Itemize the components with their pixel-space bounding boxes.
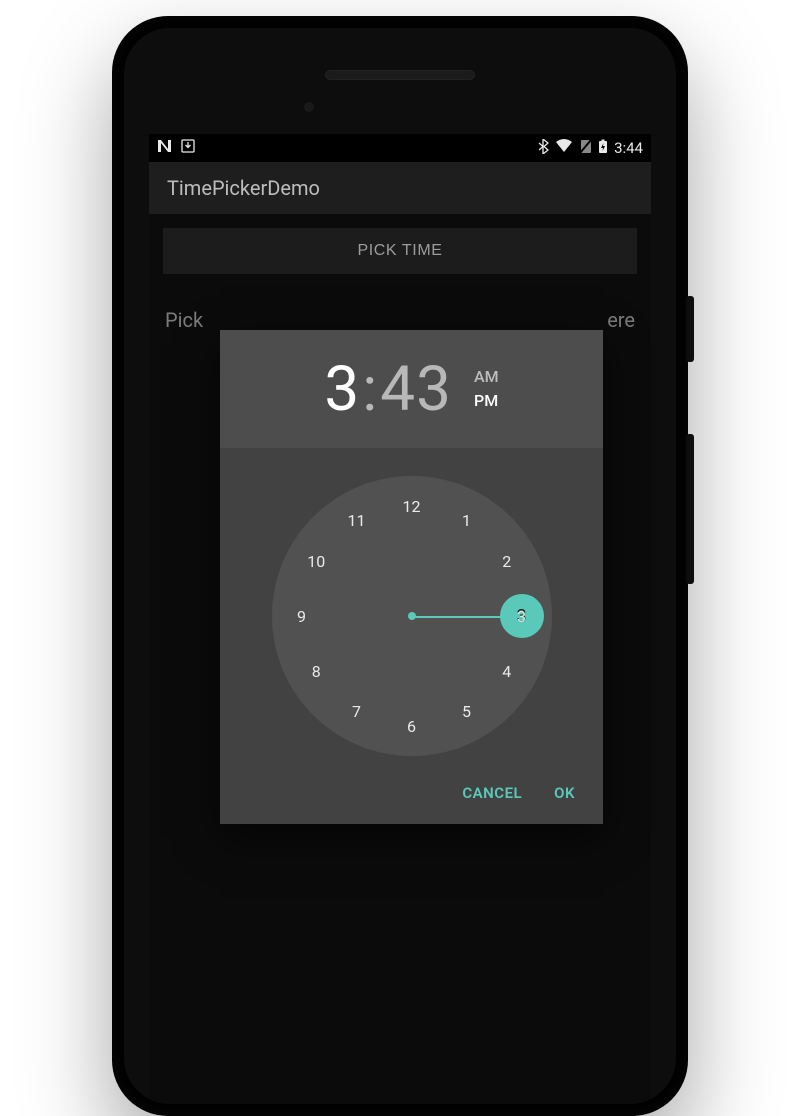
download-icon bbox=[181, 139, 195, 157]
cancel-button[interactable]: CANCEL bbox=[462, 784, 522, 802]
clock-center-dot bbox=[408, 612, 416, 620]
pm-toggle[interactable]: PM bbox=[474, 389, 499, 413]
clock-number-6[interactable]: 6 bbox=[395, 709, 429, 743]
wifi-icon bbox=[555, 139, 573, 157]
device-screen: 3:44 TimePickerDemo PICK TIME Pick ere bbox=[149, 134, 651, 1104]
phone-bezel: 3:44 TimePickerDemo PICK TIME Pick ere bbox=[124, 28, 676, 1104]
clock-number-11[interactable]: 11 bbox=[340, 504, 374, 538]
clock-number-9[interactable]: 9 bbox=[285, 599, 319, 633]
hint-right: ere bbox=[607, 308, 635, 332]
app-bar: TimePickerDemo bbox=[149, 162, 651, 214]
battery-charging-icon bbox=[598, 139, 608, 158]
pick-time-button[interactable]: PICK TIME bbox=[163, 228, 637, 274]
clock-number-12[interactable]: 12 bbox=[395, 489, 429, 523]
hint-left: Pick bbox=[165, 308, 203, 332]
clock-number-5[interactable]: 5 bbox=[450, 694, 484, 728]
clock-number-1[interactable]: 1 bbox=[450, 504, 484, 538]
clock-number-10[interactable]: 10 bbox=[299, 544, 333, 578]
clock-face[interactable]: 3 121234567891011 bbox=[272, 476, 552, 756]
clock-number-4[interactable]: 4 bbox=[490, 654, 524, 688]
clock-number-8[interactable]: 8 bbox=[299, 654, 333, 688]
volume-rocker[interactable] bbox=[686, 434, 694, 584]
hint-text: Pick ere bbox=[163, 308, 637, 332]
earpiece-speaker bbox=[325, 70, 475, 80]
clock-number-7[interactable]: 7 bbox=[340, 694, 374, 728]
status-clock: 3:44 bbox=[614, 139, 643, 157]
time-picker-header: 3 : 43 AM PM bbox=[220, 330, 603, 448]
time-colon: : bbox=[360, 353, 380, 426]
selected-minute[interactable]: 43 bbox=[380, 353, 452, 426]
front-camera bbox=[304, 102, 314, 112]
selected-hour[interactable]: 3 bbox=[324, 353, 360, 426]
status-bar: 3:44 bbox=[149, 134, 651, 162]
am-toggle[interactable]: AM bbox=[474, 365, 499, 389]
time-picker-dialog: 3 : 43 AM PM 3 12 12 3 45678 9 1011 bbox=[220, 330, 603, 824]
clock-number-2[interactable]: 2 bbox=[490, 544, 524, 578]
power-button[interactable] bbox=[686, 296, 694, 362]
clock-number-3[interactable]: 3 bbox=[505, 599, 539, 633]
n-preview-icon bbox=[157, 139, 175, 157]
app-title: TimePickerDemo bbox=[167, 176, 320, 200]
no-sim-icon bbox=[579, 139, 592, 158]
phone-frame: 3:44 TimePickerDemo PICK TIME Pick ere bbox=[112, 16, 688, 1116]
bluetooth-icon bbox=[538, 139, 549, 158]
ok-button[interactable]: OK bbox=[554, 784, 575, 802]
